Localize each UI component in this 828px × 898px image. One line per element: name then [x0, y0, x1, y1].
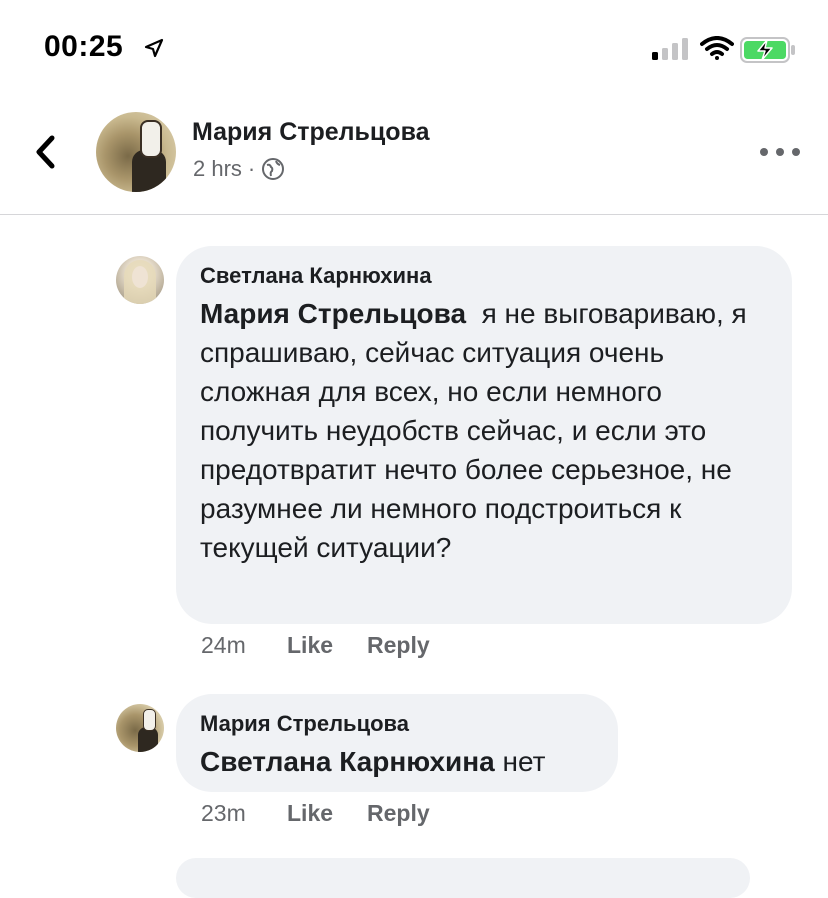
- comment-text: Светлана Карнюхина нет: [200, 742, 594, 781]
- commenter-avatar[interactable]: [116, 704, 164, 752]
- reply-button[interactable]: Reply: [367, 632, 430, 659]
- comment-bubble-partial: [176, 858, 750, 898]
- comment-actions: 24m Like Reply: [201, 632, 464, 659]
- reply-button[interactable]: Reply: [367, 800, 430, 827]
- back-button[interactable]: [32, 134, 62, 170]
- like-button[interactable]: Like: [287, 800, 333, 827]
- comment-bubble: Мария Стрельцова Светлана Карнюхина нет: [176, 694, 618, 792]
- comment-body: я не выговариваю, я спрашиваю, сейчас си…: [200, 298, 747, 563]
- cellular-signal-icon: [652, 38, 688, 60]
- location-arrow-icon: [144, 38, 164, 58]
- header-divider: [0, 214, 828, 215]
- globe-icon: [262, 158, 285, 180]
- meta-separator: ·: [247, 156, 256, 181]
- comment-author[interactable]: Светлана Карнюхина: [200, 262, 768, 290]
- dot-icon: [760, 148, 768, 156]
- comment-time[interactable]: 23m: [201, 800, 287, 827]
- dot-icon: [792, 148, 800, 156]
- comment-author[interactable]: Мария Стрельцова: [200, 710, 594, 738]
- author-avatar[interactable]: [96, 112, 176, 192]
- comment-bubble: Светлана Карнюхина Мария Стрельцова я не…: [176, 246, 792, 624]
- post-author-name[interactable]: Мария Стрельцова: [192, 118, 430, 147]
- more-options-button[interactable]: [760, 140, 800, 164]
- dot-icon: [776, 148, 784, 156]
- comment-time[interactable]: 24m: [201, 632, 287, 659]
- post-meta: 2 hrs ·: [193, 156, 285, 182]
- like-button[interactable]: Like: [287, 632, 333, 659]
- mention-link[interactable]: Светлана Карнюхина: [200, 746, 495, 777]
- battery-charging-icon: [740, 37, 795, 63]
- comment-actions: 23m Like Reply: [201, 800, 464, 827]
- wifi-icon: [700, 36, 734, 60]
- comment-body: нет: [502, 746, 546, 777]
- mention-link[interactable]: Мария Стрельцова: [200, 298, 466, 329]
- commenter-avatar[interactable]: [116, 256, 164, 304]
- post-time[interactable]: 2 hrs: [193, 156, 242, 182]
- status-time: 00:25: [44, 30, 124, 63]
- comment-text: Мария Стрельцова я не выговариваю, я спр…: [200, 294, 768, 567]
